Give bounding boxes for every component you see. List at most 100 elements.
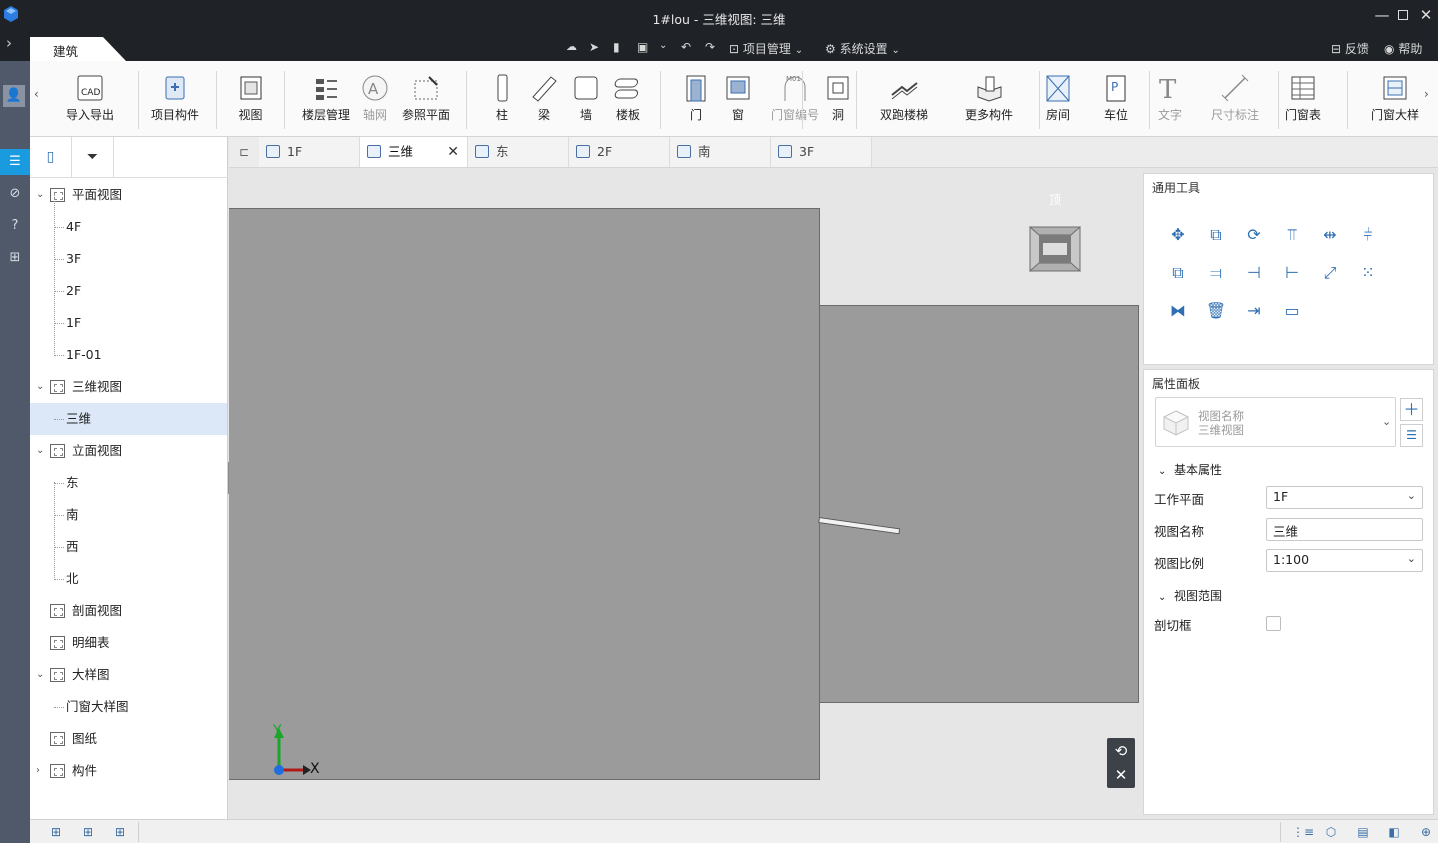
help-button[interactable]: ◉ 帮助 [1384,40,1422,57]
tab-menu-icon[interactable]: ⊏ [229,137,259,167]
section-range-header[interactable]: ⌄ 视图范围 [1158,587,1222,604]
tree-node[interactable]: 4F [30,211,227,243]
ribbon-button-view[interactable]: 视图 [228,73,273,131]
ribbon-button-column[interactable]: 柱 [487,73,517,131]
layout-grid-icon[interactable]: ⊞ [48,824,64,840]
ribbon-button-wall[interactable]: 墙 [571,73,601,131]
ribbon-button-reference-plane[interactable]: 参照平面 [397,73,455,131]
dropdown-icon[interactable]: ⌄ [659,40,667,51]
tree-node[interactable]: 2F [30,275,227,307]
ribbon-button-text[interactable]: T 文字 [1155,73,1185,131]
tree-node[interactable]: 剖面视图 [30,595,227,627]
tree-node[interactable]: 明细表 [30,627,227,659]
view-tab[interactable]: 东 [468,137,569,167]
ribbon-button-double-run-stair[interactable]: 双跑楼梯 [875,73,933,131]
3d-viewport[interactable]: 顶 Y X ⟲ ✕ [229,168,1142,819]
add-type-button[interactable]: ＋ [1400,398,1423,421]
ribbon-button-room[interactable]: 房间 [1043,73,1073,131]
compass-icon[interactable]: ⊘ [0,181,30,207]
type-selector[interactable]: 视图名称 三维视图 ⌄ [1155,397,1396,447]
rotate-icon[interactable]: ⟳ [1241,222,1267,248]
view-tab[interactable]: 1F [259,137,360,167]
ribbon-button-beam[interactable]: 梁 [529,73,559,131]
feedback-button[interactable]: ⊟ 反馈 [1331,40,1369,57]
split-icon[interactable]: ⫩ [1355,222,1381,248]
view-tab[interactable]: 3F [771,137,872,167]
offset-icon[interactable]: ⤢ [1317,260,1343,286]
ribbon-button-opening[interactable]: 洞 [823,73,853,131]
save-icon[interactable]: ▮ [613,40,620,54]
maximize-icon[interactable] [1391,4,1415,28]
ribbon-button-door-window-number[interactable]: M01 门窗编号 [765,73,825,131]
tree-node[interactable]: 东 [30,467,227,499]
ribbon-button-dimension[interactable]: 尺寸标注 [1205,73,1265,131]
view-name-field[interactable]: 三维 [1266,518,1423,541]
tree-node[interactable]: 三维 [30,403,227,435]
distribute-icon[interactable]: ⁙ [1355,260,1381,286]
list-icon[interactable]: ☰ [0,149,30,175]
edit-type-button[interactable]: ☰ [1400,424,1423,447]
tree-node[interactable]: ⌄ 立面视图 [30,435,227,467]
view-tab[interactable]: 三维 ✕ [360,137,468,167]
tree-node[interactable]: 西 [30,531,227,563]
project-manage-menu[interactable]: ⊡ 项目管理 ⌄ [729,40,803,57]
ribbon-button-door-window-table[interactable]: 门窗表 [1279,73,1327,131]
tree-node[interactable]: › 构件 [30,755,227,787]
zoom-fit-icon[interactable]: ⊕ [1418,824,1434,840]
ribbon-button-axis-grid[interactable]: A 轴网 [360,73,390,131]
tree-node[interactable]: ⌄ 三维视图 [30,371,227,403]
tree-node[interactable]: ⌄ 大样图 [30,659,227,691]
layout-tile-icon[interactable]: ⊞ [112,824,128,840]
copy-icon[interactable]: ⧉ [1203,222,1229,248]
tab-building[interactable]: 建筑 [30,37,126,61]
tree-node[interactable]: 3F [30,243,227,275]
tree-structure-icon[interactable]: ⋮≡ [1292,824,1314,840]
redo-icon[interactable]: ↷ [705,40,715,54]
ribbon-button-project-component[interactable]: 项目构件 [145,73,205,131]
tree-node[interactable]: 1F-01 [30,339,227,371]
tree-node[interactable]: 图纸 [30,723,227,755]
view-tab[interactable]: 2F [569,137,670,167]
undo-icon[interactable]: ↶ [681,40,691,54]
align-center-icon[interactable]: ⇹ [1317,222,1343,248]
trim-icon[interactable]: ⊣ [1241,260,1267,286]
close-icon[interactable]: ✕ [1414,4,1438,28]
mirror-icon[interactable]: ⧓ [1165,298,1191,324]
filter-icon[interactable]: ⏷ [72,137,114,178]
ribbon-button-cad-import-export[interactable]: CAD 导入导出 [61,73,119,131]
window-view-icon[interactable]: ▤ [1355,824,1371,840]
move-icon[interactable]: ✥ [1165,222,1191,248]
rail-expand-icon[interactable]: › [6,34,12,52]
ribbon-button-door[interactable]: 门 [681,73,711,131]
chevron-down-icon[interactable]: ⌄ [36,659,48,691]
chevron-right-icon[interactable]: › [36,755,48,787]
save-as-icon[interactable]: ▣ [637,40,648,54]
close-tab-icon[interactable]: ✕ [447,137,459,167]
ribbon-button-more-components[interactable]: 更多构件 [959,73,1019,131]
cloud-icon[interactable]: ☁ [566,40,577,53]
chevron-down-icon[interactable]: ⌄ [36,435,48,467]
grid-apps-icon[interactable]: ⊞ [0,245,30,271]
cube-icon[interactable]: ⬡ [1323,824,1339,840]
system-settings-menu[interactable]: ⚙ 系统设置 ⌄ [825,40,900,57]
reset-view-icon[interactable]: ⟲ [1107,739,1135,763]
ribbon-button-slab[interactable]: 楼板 [613,73,643,131]
ribbon-button-window[interactable]: 窗 [723,73,753,131]
question-icon[interactable]: ? [0,213,30,239]
work-plane-select[interactable]: 1F ⌄ [1266,486,1423,509]
viewcube-top-label[interactable]: 顶 [1049,191,1061,208]
tree-node[interactable]: 门窗大样图 [30,691,227,723]
view-scale-select[interactable]: 1:100 ⌄ [1266,549,1423,572]
view-tab[interactable]: 南 [670,137,771,167]
delete-icon[interactable]: 🗑 [1203,298,1229,324]
measure-icon[interactable]: ▭ [1279,298,1305,324]
align-right-icon[interactable]: ⫤ [1203,260,1229,286]
panel-toggle-icon[interactable]: ▯ [30,137,72,178]
ribbon-button-floor-management[interactable]: 楼层管理 [296,73,356,131]
section-basic-header[interactable]: ⌄ 基本属性 [1158,461,1222,478]
stretch-icon[interactable]: ⇥ [1241,298,1267,324]
tree-node[interactable]: 1F [30,307,227,339]
ribbon-button-parking[interactable]: P 车位 [1101,73,1131,131]
user-icon[interactable]: 👤 [3,85,25,107]
extend-icon[interactable]: ⊢ [1279,260,1305,286]
